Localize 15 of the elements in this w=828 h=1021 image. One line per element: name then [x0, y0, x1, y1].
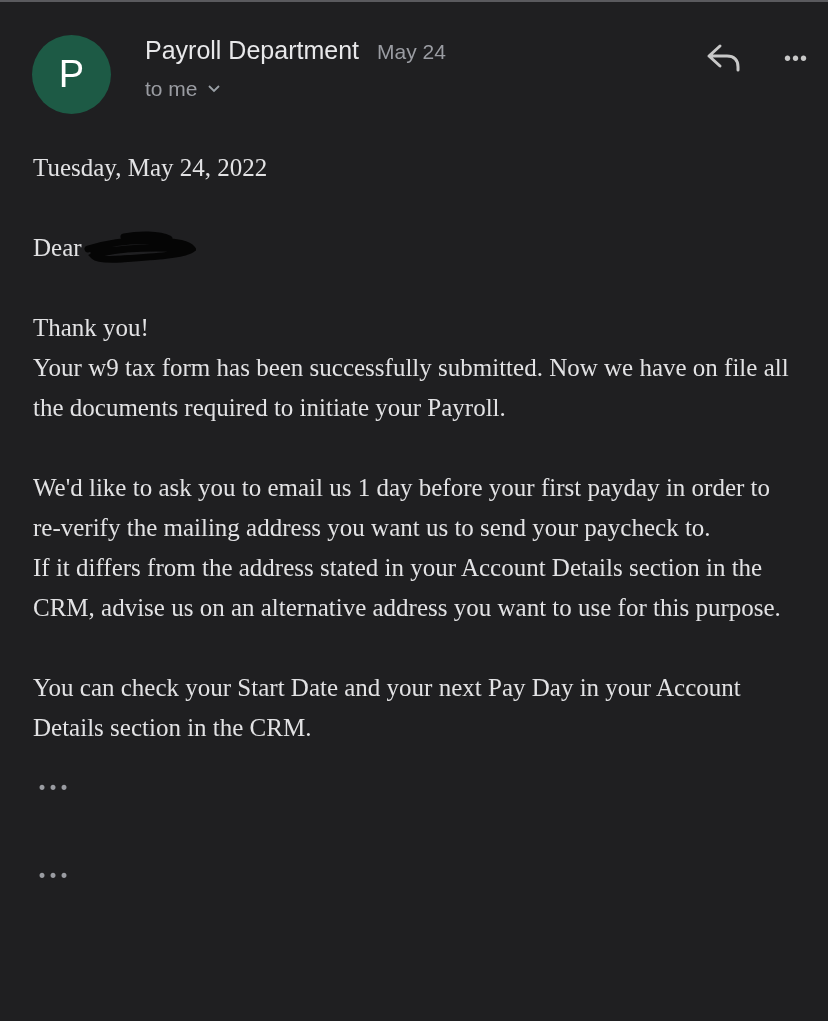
show-trimmed-button[interactable]: ••• — [33, 778, 75, 798]
body-text: If it differs from the address stated in your Account Details section in the CRM, advise us on an alternative address you want to use for this purpose. — [33, 553, 782, 623]
recipient-toggle[interactable]: to me — [145, 77, 220, 101]
body-text: Thank you! — [33, 313, 150, 343]
chevron-down-icon — [207, 85, 220, 93]
more-button[interactable]: ••• — [784, 46, 808, 70]
received-date: May 24 — [377, 40, 446, 64]
greeting-text: Dear — [33, 233, 82, 263]
sender-name: Payroll Department — [145, 36, 359, 65]
body-text: Your w9 tax form has been successfully submitted. Now we have on file all the documents required to initiate your Payroll. — [33, 353, 790, 423]
show-trimmed-button[interactable]: ••• — [33, 866, 75, 886]
date-line: Tuesday, May 24, 2022 — [33, 153, 269, 183]
body-text: You can check your Start Date and your next Pay Day in your Account Details section in the CRM. — [33, 673, 742, 743]
body-text: We'd like to ask you to email us 1 day before your first payday in order to re-verify the mailing address you want us to send your paycheck to. — [33, 473, 772, 543]
avatar[interactable]: P — [32, 35, 111, 114]
